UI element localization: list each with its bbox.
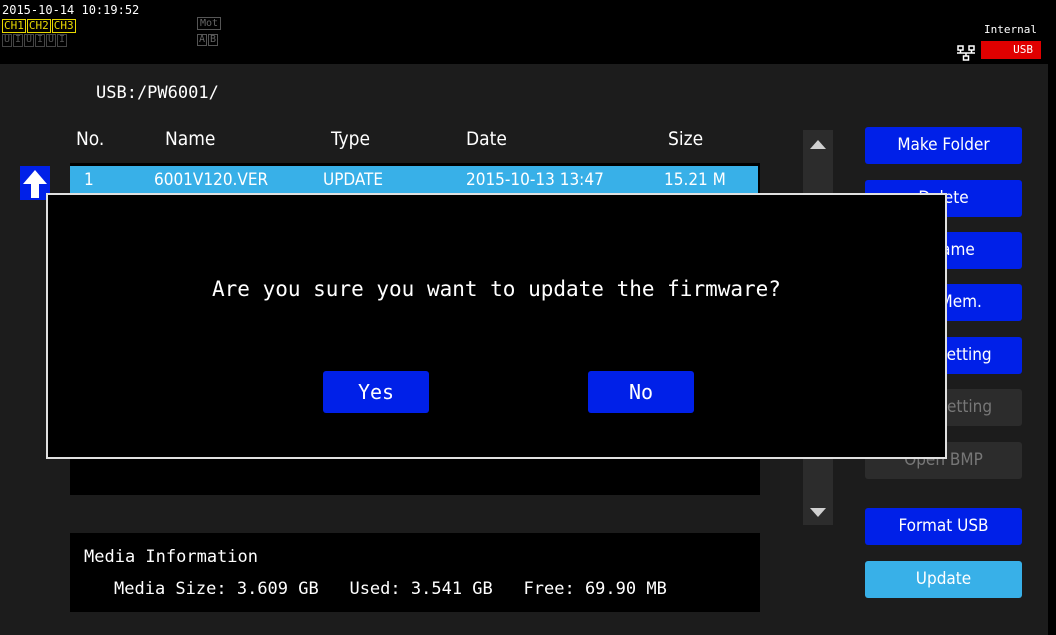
used-label: Used:	[349, 579, 401, 599]
media-size-value: 3.609 GB	[236, 579, 319, 599]
no-button[interactable]: No	[588, 371, 694, 413]
row-size: 15.21 M	[664, 170, 726, 190]
screen-bezel	[1048, 0, 1056, 635]
column-header-type: Type	[331, 128, 370, 150]
free-value: 69.90 MB	[584, 579, 667, 599]
motor-indicator: Mot	[197, 17, 222, 30]
column-header-name: Name	[165, 128, 216, 150]
i-indicator: I	[35, 34, 45, 47]
scroll-down-button[interactable]	[803, 497, 833, 527]
datetime: 2015-10-14 10:19:52	[2, 3, 140, 17]
row-name: 6001V120.VER	[154, 170, 269, 190]
column-header-date: Date	[466, 128, 507, 150]
current-path: USB:/PW6001/	[96, 83, 219, 103]
usb-storage-badge: USB	[981, 41, 1041, 59]
u-indicator: U	[46, 34, 56, 47]
table-header: No. Name Type Date Size	[70, 128, 760, 158]
i-indicator: I	[57, 34, 67, 47]
instrument-screen: 2015-10-14 10:19:52 CH1 CH2 CH3 U I U I …	[0, 0, 1056, 635]
scroll-down-icon	[810, 508, 826, 517]
update-button[interactable]: Update	[865, 561, 1022, 598]
internal-storage-label: Internal	[981, 21, 1041, 39]
used-value: 3.541 GB	[410, 579, 493, 599]
free-label: Free:	[523, 579, 575, 599]
channel-3-indicator: CH3	[51, 19, 76, 33]
row-date: 2015-10-13 13:47	[466, 170, 604, 190]
format-usb-button[interactable]: Format USB	[865, 508, 1022, 545]
media-size-label: Media Size:	[114, 579, 227, 599]
u-indicator: U	[24, 34, 34, 47]
ab-indicators: A B	[197, 34, 218, 46]
network-icon	[957, 45, 975, 61]
ui-indicators: U I U I U I	[2, 34, 67, 47]
b-indicator: B	[208, 34, 218, 46]
scroll-up-icon	[810, 140, 826, 149]
row-type: UPDATE	[323, 170, 384, 190]
channel-2-indicator: CH2	[26, 19, 51, 33]
table-row[interactable]: 1 6001V120.VER UPDATE 2015-10-13 13:47 1…	[70, 166, 758, 196]
media-information-title: Media Information	[84, 547, 258, 567]
confirm-update-dialog: Are you sure you want to update the firm…	[46, 193, 947, 459]
scroll-up-button[interactable]	[803, 130, 833, 160]
column-header-size: Size	[668, 128, 704, 150]
a-indicator: A	[197, 34, 207, 46]
u-indicator: U	[2, 34, 12, 47]
make-folder-button[interactable]: Make Folder	[865, 127, 1022, 164]
dialog-message: Are you sure you want to update the firm…	[212, 277, 781, 301]
i-indicator: I	[13, 34, 23, 47]
status-bar: 2015-10-14 10:19:52 CH1 CH2 CH3 U I U I …	[0, 0, 1048, 64]
channel-1-indicator: CH1	[2, 19, 26, 33]
media-information-panel: Media Information Media Size: 3.609 GB U…	[70, 533, 760, 612]
column-header-no: No.	[76, 128, 105, 150]
channel-indicators: CH1 CH2 CH3	[2, 19, 76, 33]
yes-button[interactable]: Yes	[323, 371, 429, 413]
row-no: 1	[84, 170, 94, 190]
media-information-values: Media Size: 3.609 GB Used: 3.541 GB Free…	[114, 579, 667, 599]
